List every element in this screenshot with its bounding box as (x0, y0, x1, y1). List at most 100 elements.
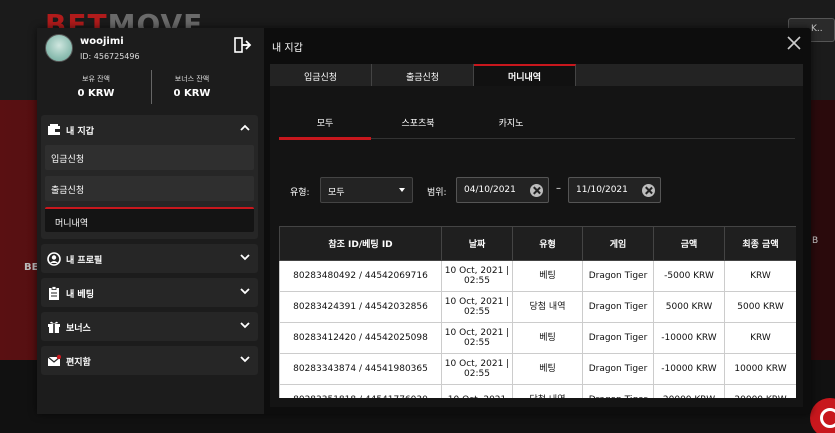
col-header-ref-id: 참조 ID/베팅 ID (279, 226, 442, 261)
cell-date: 10 Oct, 2021 | 02:55 (441, 353, 513, 385)
history-table-wrap: 참조 ID/베팅 ID 날짜 유형 게임 금액 최종 금액 8028348049… (279, 226, 796, 398)
page-title: 내 지갑 (272, 43, 303, 54)
cell-amount: 5000 KRW (653, 291, 725, 323)
cell-final-amount: 10000 KRW (724, 353, 796, 385)
cell-game: Dragon Tiger (582, 353, 654, 385)
cell-final-amount: 5000 KRW (724, 291, 796, 323)
chevron-down-icon (240, 286, 250, 296)
clipboard-icon (47, 286, 61, 300)
cell-type: 베팅 (512, 260, 583, 292)
range-separator: – (556, 183, 561, 194)
cell-type: 당첨 내역 (512, 291, 583, 323)
history-table: 참조 ID/베팅 ID 날짜 유형 게임 금액 최종 금액 8028348049… (279, 226, 796, 398)
subtab-active-indicator (279, 137, 371, 140)
menu-bets-label: 내 베팅 (66, 290, 94, 300)
date-to-input[interactable]: 11/10/2021 (568, 177, 661, 203)
col-header-date: 날짜 (441, 226, 513, 261)
cell-game: Dragon Tiger (582, 384, 654, 398)
cell-amount: -10000 KRW (653, 353, 725, 385)
cash-balance-value: 0 KRW (77, 88, 115, 99)
menu-bonus[interactable]: 보너스 (41, 312, 258, 341)
menu-wallet-header[interactable]: 내 지갑 (41, 115, 258, 145)
tab-bar: 입금신청 출금신청 머니내역 (270, 64, 803, 86)
user-id: ID: 456725496 (80, 52, 140, 61)
sidebar-item-money-history[interactable]: 머니내역 (45, 207, 254, 232)
bonus-balance-label: 보너스 잔액 (174, 75, 210, 83)
mail-icon (47, 354, 62, 368)
cell-ref-id: 80283343874 / 44541980365 (279, 353, 442, 385)
menu-profile-header: 내 프로필 (41, 244, 258, 274)
menu-bonus-header: 보너스 (41, 312, 258, 342)
date-from-input[interactable]: 04/10/2021 (456, 177, 549, 203)
sidebar-item-deposit[interactable]: 입금신청 (45, 145, 254, 170)
table-header-row: 참조 ID/베팅 ID 날짜 유형 게임 금액 최종 금액 (279, 226, 796, 261)
clear-icon[interactable] (530, 184, 543, 197)
table-row: 80283424391 / 44542032856 10 Oct, 2021 |… (279, 291, 796, 323)
cash-balance: 보유 잔액 0 KRW (41, 74, 151, 104)
menu-bets[interactable]: 내 베팅 (41, 278, 258, 307)
sidebar-item-label: 출금신청 (51, 186, 85, 196)
logout-icon[interactable] (234, 37, 256, 55)
sidebar: woojimi ID: 456725496 보유 잔액 0 KRW 보너스 잔액… (37, 28, 264, 414)
username: woojimi (80, 36, 124, 47)
tab-withdraw[interactable]: 출금신청 (372, 64, 474, 86)
chevron-down-icon (240, 320, 250, 330)
subtab-casino[interactable]: 카지노 (465, 116, 557, 136)
sidebar-item-label: 머니내역 (55, 219, 89, 229)
chevron-up-icon (240, 123, 250, 133)
col-header-amount: 금액 (653, 226, 725, 261)
subtab-all[interactable]: 모두 (279, 116, 371, 136)
cell-ref-id: 80283480492 / 44542069716 (279, 260, 442, 292)
menu-mailbox-header: 편지함 (41, 346, 258, 376)
backdrop-text-right: B (812, 236, 819, 246)
menu-wallet: 내 지갑 입금신청 출금신청 머니내역 (41, 115, 258, 239)
cell-ref-id: 80283351818 / 44541776030 (279, 384, 442, 398)
cell-amount: -5000 KRW (653, 260, 725, 292)
menu-profile[interactable]: 내 프로필 (41, 244, 258, 273)
bonus-balance-value: 0 KRW (173, 88, 211, 99)
clear-icon[interactable] (642, 184, 655, 197)
col-header-game: 게임 (582, 226, 654, 261)
type-filter-label: 유형: (290, 188, 310, 198)
range-filter-label: 범위: (427, 188, 447, 198)
chevron-down-icon (240, 252, 250, 262)
menu-mailbox-label: 편지함 (66, 358, 91, 368)
table-row: 80283412420 / 44542025098 10 Oct, 2021 |… (279, 322, 796, 354)
table-row: 80283343874 / 44541980365 10 Oct, 2021 |… (279, 353, 796, 385)
cell-date: 10 Oct, 2021 | 02:55 (441, 322, 513, 354)
user-icon (47, 252, 61, 266)
date-from-value: 04/10/2021 (464, 185, 516, 195)
gift-icon (47, 320, 61, 334)
menu-bonus-label: 보너스 (66, 324, 91, 334)
table-row: 80283351818 / 44541776030 10 Oct, 2021 당… (279, 384, 796, 398)
cell-game: Dragon Tiger (582, 260, 654, 292)
cell-date: 10 Oct, 2021 | 02:55 (441, 291, 513, 323)
type-filter-select[interactable]: 모두 (320, 177, 413, 203)
subtab-sportsbook[interactable]: 스포츠북 (372, 116, 464, 136)
wallet-icon (47, 123, 61, 137)
cell-final-amount: KRW (724, 322, 796, 354)
tab-money-history[interactable]: 머니내역 (474, 64, 576, 86)
close-icon[interactable] (786, 35, 802, 51)
cell-final-amount: 20000 KRW (724, 384, 796, 398)
cell-type: 당첨 내역 (512, 384, 583, 398)
cell-type: 베팅 (512, 353, 583, 385)
menu-bets-header: 내 베팅 (41, 278, 258, 308)
tab-deposit[interactable]: 입금신청 (270, 64, 372, 86)
cell-final-amount: KRW (724, 260, 796, 292)
cell-type: 베팅 (512, 322, 583, 354)
menu-profile-label: 내 프로필 (66, 256, 103, 266)
user-info: woojimi ID: 456725496 (45, 34, 260, 68)
sidebar-item-withdraw[interactable]: 출금신청 (45, 176, 254, 201)
cell-ref-id: 80283412420 / 44542025098 (279, 322, 442, 354)
menu-mailbox[interactable]: 편지함 (41, 346, 258, 375)
sidebar-item-label: 입금신청 (51, 155, 85, 165)
table-row: 80283480492 / 44542069716 10 Oct, 2021 |… (279, 260, 796, 292)
bonus-balance: 보너스 잔액 0 KRW (137, 74, 247, 104)
menu-wallet-label: 내 지갑 (66, 127, 94, 137)
cell-amount: 20000 KRW (653, 384, 725, 398)
type-filter-value: 모두 (328, 188, 345, 198)
avatar (45, 34, 73, 62)
chevron-down-icon (240, 354, 250, 364)
cell-ref-id: 80283424391 / 44542032856 (279, 291, 442, 323)
